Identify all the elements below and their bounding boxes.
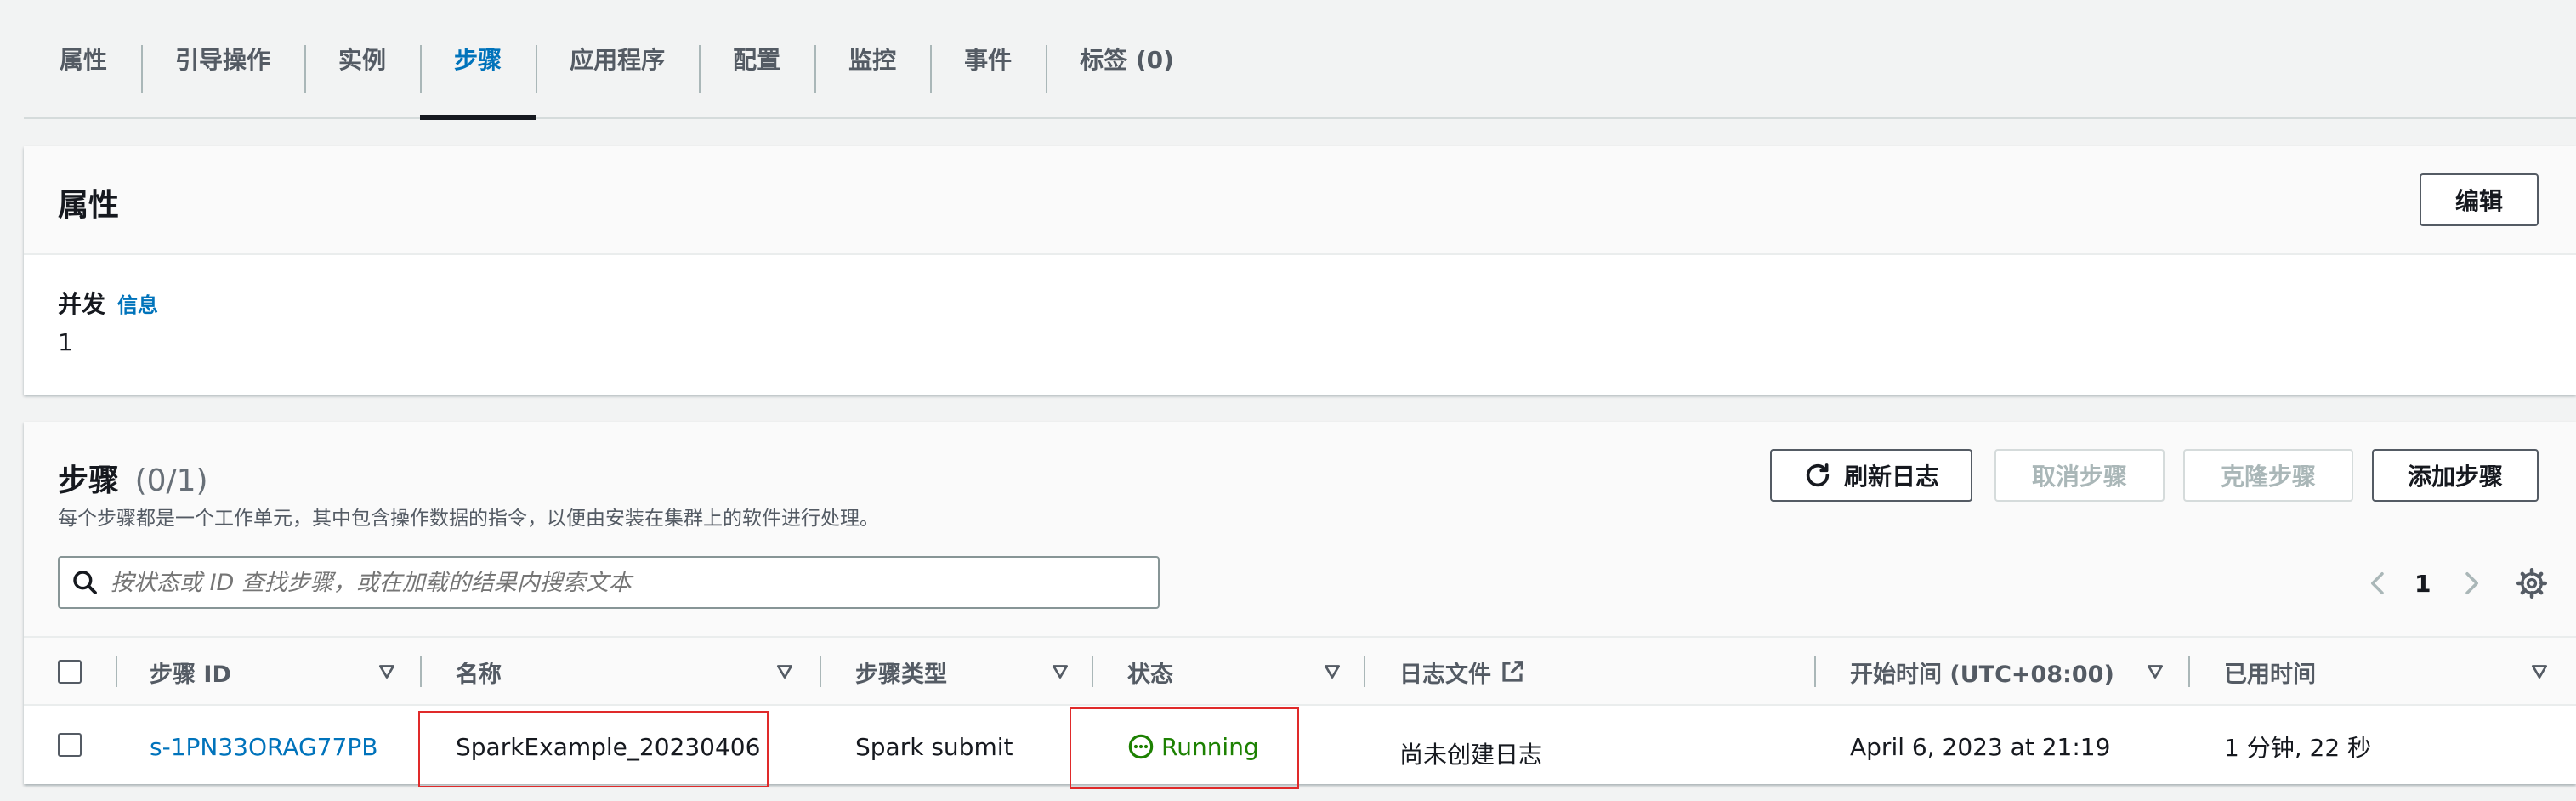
column-header-step-type[interactable]: 步骤类型: [855, 638, 947, 706]
column-header-log-files-text: 日志文件: [1399, 661, 1491, 688]
step-elapsed-time: 1 分钟, 22 秒: [2224, 734, 2372, 762]
pagination: 1: [2353, 560, 2489, 607]
tab-tags[interactable]: 标签 (0): [1046, 0, 1208, 118]
tab-bar: 属性 引导操作 实例 步骤 应用程序 配置 监控 事件 标签 (0): [24, 0, 2576, 120]
column-header-name[interactable]: 名称: [456, 638, 502, 706]
step-start-time: April 6, 2023 at 21:19: [1850, 732, 2111, 761]
concurrency-label-text: 并发: [58, 290, 106, 318]
column-separator: [116, 656, 117, 687]
column-header-start-time[interactable]: 开始时间 (UTC+08:00): [1850, 638, 2114, 706]
concurrency-value: 1: [58, 328, 73, 356]
tab-applications[interactable]: 应用程序: [536, 0, 699, 118]
tab-steps[interactable]: 步骤: [420, 0, 536, 120]
sort-caret-icon[interactable]: [377, 662, 396, 681]
sort-caret-icon[interactable]: [2146, 662, 2165, 681]
properties-title: 属性: [58, 188, 120, 223]
tab-configurations[interactable]: 配置: [699, 0, 814, 118]
step-status-text: Running: [1161, 732, 1259, 761]
column-separator: [1364, 656, 1365, 687]
sort-caret-icon[interactable]: [2530, 662, 2549, 681]
search-input[interactable]: [111, 569, 1131, 596]
step-id-link[interactable]: s-1PN33ORAG77PB: [150, 706, 377, 787]
column-header-log-files[interactable]: 日志文件: [1399, 638, 1525, 706]
search-icon: [73, 571, 97, 594]
column-separator: [820, 656, 821, 687]
tab-events[interactable]: 事件: [930, 0, 1046, 118]
column-separator: [2188, 656, 2190, 687]
add-step-button[interactable]: 添加步骤: [2372, 449, 2539, 502]
refresh-icon: [1806, 463, 1830, 487]
tab-monitoring[interactable]: 监控: [814, 0, 930, 118]
chevron-left-icon[interactable]: [2365, 571, 2391, 596]
select-all-checkbox[interactable]: [58, 660, 82, 684]
step-status: Running: [1127, 706, 1259, 787]
column-header-status[interactable]: 状态: [1127, 638, 1173, 706]
concurrency-label: 并发 信息: [58, 286, 158, 320]
steps-header: 步骤 (0/1) 每个步骤都是一个工作单元，其中包含操作数据的指令，以便由安装在…: [24, 422, 2576, 638]
refresh-logs-label: 刷新日志: [1843, 463, 1939, 491]
properties-panel: 属性 编辑 并发 信息 1: [24, 146, 2576, 395]
info-link[interactable]: 信息: [117, 288, 158, 318]
page-number[interactable]: 1: [2414, 570, 2431, 598]
cancel-step-button[interactable]: 取消步骤: [1994, 449, 2165, 502]
tab-instances[interactable]: 实例: [304, 0, 420, 118]
search-box[interactable]: [58, 556, 1160, 609]
table-header: 步骤 ID 名称 步骤类型 状态 日志文件 开始时间 (UTC+08:00) 已…: [24, 638, 2576, 706]
column-separator: [1092, 656, 1093, 687]
column-header-elapsed[interactable]: 已用时间: [2224, 638, 2316, 706]
step-type: Spark submit: [855, 732, 1013, 761]
steps-title-text: 步骤: [58, 463, 120, 498]
table-row[interactable]: s-1PN33ORAG77PB SparkExample_20230406 Sp…: [24, 706, 2576, 789]
edit-button[interactable]: 编辑: [2420, 173, 2539, 226]
sort-caret-icon[interactable]: [775, 662, 794, 681]
properties-header: 属性 编辑: [24, 146, 2576, 255]
chevron-right-icon[interactable]: [2459, 571, 2484, 596]
step-log-files: 尚未创建日志: [1399, 741, 1543, 769]
column-separator: [420, 656, 422, 687]
gear-icon[interactable]: [2516, 568, 2547, 599]
column-separator: [1814, 656, 1816, 687]
running-status-icon: [1128, 734, 1154, 759]
steps-panel: 步骤 (0/1) 每个步骤都是一个工作单元，其中包含操作数据的指令，以便由安装在…: [24, 422, 2576, 789]
steps-count: (0/1): [134, 463, 208, 498]
column-header-step-id[interactable]: 步骤 ID: [150, 638, 231, 706]
refresh-logs-button[interactable]: 刷新日志: [1770, 449, 1972, 502]
clone-step-button[interactable]: 克隆步骤: [2183, 449, 2353, 502]
tab-bootstrap-actions[interactable]: 引导操作: [141, 0, 304, 118]
step-name: SparkExample_20230406: [456, 732, 761, 761]
external-link-icon[interactable]: [1500, 659, 1525, 685]
tab-properties[interactable]: 属性: [24, 0, 141, 118]
steps-description: 每个步骤都是一个工作单元，其中包含操作数据的指令，以便由安装在集群上的软件进行处…: [58, 508, 879, 530]
steps-title: 步骤 (0/1): [58, 456, 208, 500]
sort-caret-icon[interactable]: [1323, 662, 1342, 681]
sort-caret-icon[interactable]: [1051, 662, 1070, 681]
row-checkbox[interactable]: [58, 733, 82, 757]
